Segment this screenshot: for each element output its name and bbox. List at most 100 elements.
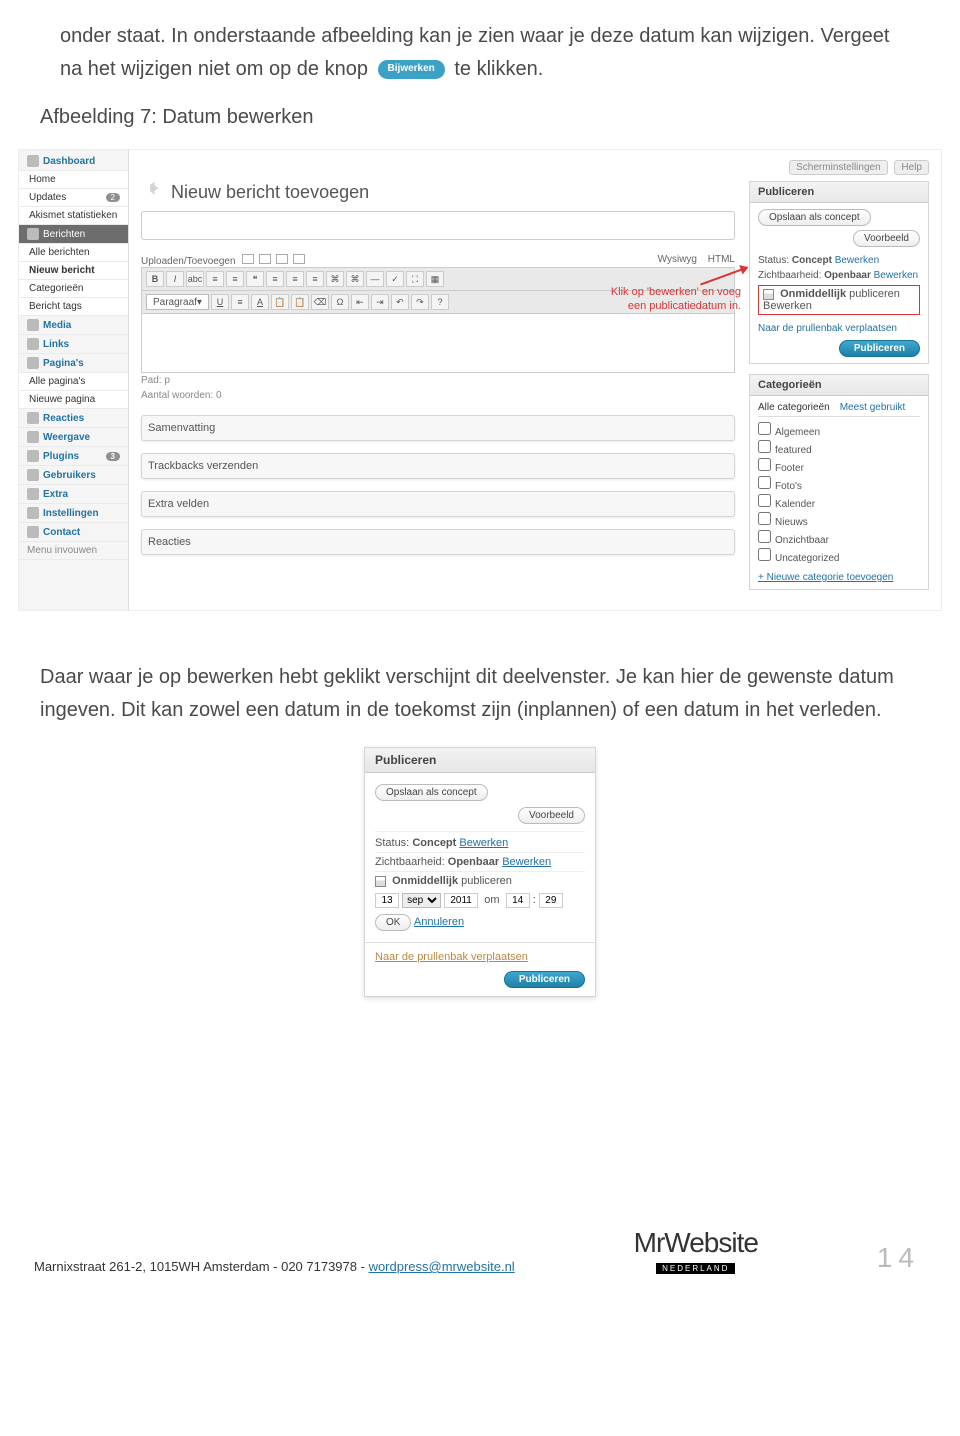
ul-icon[interactable]: ≡ [206, 271, 224, 287]
add-category-link[interactable]: + Nieuwe categorie toevoegen [758, 572, 893, 583]
sidebar-item-alle-pagina-s[interactable]: Alle pagina's [19, 373, 128, 391]
month-select[interactable]: sep [402, 893, 441, 908]
edit-visibility-link[interactable]: Bewerken [874, 270, 918, 281]
sidebar-item-reacties[interactable]: Reacties [19, 409, 128, 428]
unlink-icon[interactable]: ⌘ [346, 271, 364, 287]
sidebar-item-instellingen[interactable]: Instellingen [19, 504, 128, 523]
text-color-icon[interactable]: A [251, 294, 269, 310]
align-left-icon[interactable]: ≡ [266, 271, 284, 287]
undo-icon[interactable]: ↶ [391, 294, 409, 310]
screen-options-button[interactable]: Scherminstellingen [789, 160, 888, 175]
sidebar-item-berichten[interactable]: Berichten [19, 225, 128, 244]
day-input[interactable] [375, 893, 399, 908]
sidebar-item-plugins[interactable]: Plugins3 [19, 447, 128, 466]
paragraph-select[interactable]: Paragraaf ▾ [146, 294, 209, 310]
category-checkbox[interactable] [758, 476, 771, 489]
sidebar-item-alle-berichten[interactable]: Alle berichten [19, 244, 128, 262]
metabox-trackbacks-verzenden[interactable]: Trackbacks verzenden [141, 453, 735, 479]
link-icon[interactable]: ⌘ [326, 271, 344, 287]
move-to-trash-link[interactable]: Naar de prullenbak verplaatsen [758, 323, 897, 334]
char-icon[interactable]: Ω [331, 294, 349, 310]
category-checkbox[interactable] [758, 422, 771, 435]
edit-status-link[interactable]: Bewerken [459, 837, 508, 849]
sidebar-item-bericht-tags[interactable]: Bericht tags [19, 298, 128, 316]
sidebar-item-pagina-s[interactable]: Pagina's [19, 354, 128, 373]
clear-format-icon[interactable]: ⌫ [311, 294, 329, 310]
sidebar-item-akismet-statistieken[interactable]: Akismet statistieken [19, 207, 128, 225]
save-draft-button[interactable]: Opslaan als concept [758, 209, 871, 226]
category-checkbox[interactable] [758, 512, 771, 525]
post-title-input[interactable] [141, 211, 735, 240]
tab-all-categories[interactable]: Alle categorieën [758, 402, 830, 413]
more-icon[interactable]: — [366, 271, 384, 287]
category-item[interactable]: Onzichtbaar [758, 529, 920, 547]
underline-icon[interactable]: U [211, 294, 229, 310]
sidebar-item-categorie-n[interactable]: Categorieën [19, 280, 128, 298]
image-icon[interactable] [242, 254, 254, 264]
edit-visibility-link[interactable]: Bewerken [502, 856, 551, 868]
ok-button[interactable]: OK [375, 914, 411, 931]
align-center-icon[interactable]: ≡ [286, 271, 304, 287]
sidebar-item-weergave[interactable]: Weergave [19, 428, 128, 447]
editor-textarea[interactable] [141, 313, 735, 373]
category-item[interactable]: featured [758, 439, 920, 457]
kitchen-sink-icon[interactable]: ▦ [426, 271, 444, 287]
cancel-link[interactable]: Annuleren [414, 916, 464, 928]
year-input[interactable] [444, 893, 478, 908]
admin-sidebar[interactable]: DashboardHomeUpdates2Akismet statistieke… [19, 150, 129, 610]
save-draft-button[interactable]: Opslaan als concept [375, 784, 488, 801]
category-item[interactable]: Kalender [758, 493, 920, 511]
italic-icon[interactable]: I [166, 271, 184, 287]
align-right-icon[interactable]: ≡ [306, 271, 324, 287]
minute-input[interactable] [539, 893, 563, 908]
tab-wysiwyg[interactable]: Wysiwyg [658, 254, 697, 265]
edit-status-link[interactable]: Bewerken [835, 255, 879, 266]
category-item[interactable]: Nieuws [758, 511, 920, 529]
sidebar-item-gebruikers[interactable]: Gebruikers [19, 466, 128, 485]
align-justify-icon[interactable]: ≡ [231, 294, 249, 310]
category-item[interactable]: Uncategorized [758, 547, 920, 565]
category-checkbox[interactable] [758, 458, 771, 471]
category-item[interactable]: Footer [758, 457, 920, 475]
sidebar-item-contact[interactable]: Contact [19, 523, 128, 542]
tab-most-used[interactable]: Meest gebruikt [840, 402, 906, 413]
paste-word-icon[interactable]: 📋 [291, 294, 309, 310]
metabox-extra-velden[interactable]: Extra velden [141, 491, 735, 517]
tab-html[interactable]: HTML [708, 254, 735, 265]
sidebar-item-home[interactable]: Home [19, 171, 128, 189]
edit-schedule-link[interactable]: Bewerken [763, 300, 812, 312]
indent-icon[interactable]: ⇥ [371, 294, 389, 310]
paste-text-icon[interactable]: 📋 [271, 294, 289, 310]
preview-button[interactable]: Voorbeeld [518, 807, 585, 824]
hour-input[interactable] [506, 893, 530, 908]
category-item[interactable]: Foto's [758, 475, 920, 493]
category-checkbox[interactable] [758, 548, 771, 561]
preview-button[interactable]: Voorbeeld [853, 230, 920, 247]
upload-media-label[interactable]: Uploaden/Toevoegen [141, 254, 305, 267]
metabox-reacties[interactable]: Reacties [141, 529, 735, 555]
video-icon[interactable] [259, 254, 271, 264]
sidebar-item-updates[interactable]: Updates2 [19, 189, 128, 207]
help-icon[interactable]: ? [431, 294, 449, 310]
category-item[interactable]: Algemeen [758, 421, 920, 439]
publish-button[interactable]: Publiceren [839, 340, 920, 357]
sidebar-item-nieuwe-pagina[interactable]: Nieuwe pagina [19, 391, 128, 409]
category-checkbox[interactable] [758, 530, 771, 543]
sidebar-item-extra[interactable]: Extra [19, 485, 128, 504]
sidebar-item-media[interactable]: Media [19, 316, 128, 335]
sidebar-item-menu-invouwen[interactable]: Menu invouwen [19, 542, 128, 560]
strike-icon[interactable]: abc [186, 271, 204, 287]
help-button[interactable]: Help [894, 160, 929, 175]
spellcheck-icon[interactable]: ✓ [386, 271, 404, 287]
metabox-samenvatting[interactable]: Samenvatting [141, 415, 735, 441]
outdent-icon[interactable]: ⇤ [351, 294, 369, 310]
sidebar-item-nieuw-bericht[interactable]: Nieuw bericht [19, 262, 128, 280]
sidebar-item-dashboard[interactable]: Dashboard [19, 152, 128, 171]
move-to-trash-link[interactable]: Naar de prullenbak verplaatsen [375, 951, 528, 963]
ol-icon[interactable]: ≡ [226, 271, 244, 287]
redo-icon[interactable]: ↷ [411, 294, 429, 310]
footer-email-link[interactable]: wordpress@mrwebsite.nl [369, 1259, 515, 1274]
generic-media-icon[interactable] [293, 254, 305, 264]
publish-button[interactable]: Publiceren [504, 971, 585, 988]
quote-icon[interactable]: ❝ [246, 271, 264, 287]
